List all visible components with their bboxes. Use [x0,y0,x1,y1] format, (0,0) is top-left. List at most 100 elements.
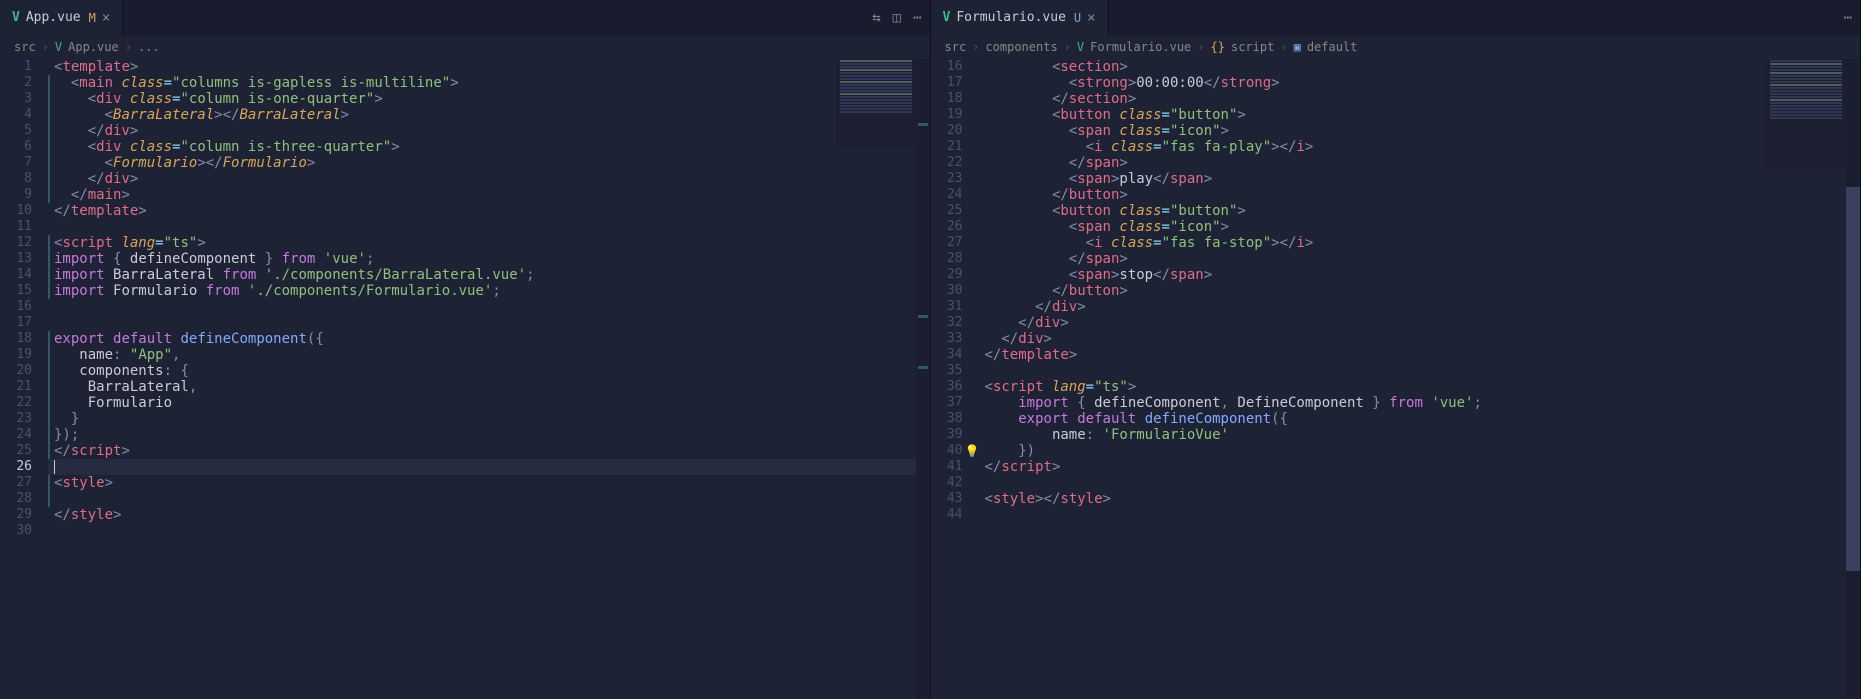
code-line[interactable]: </div> [48,123,930,139]
code-line[interactable]: </main> [48,187,930,203]
code-line[interactable]: name: "App", [48,347,930,363]
breadcrumb-item[interactable]: src [14,40,36,54]
vue-icon: V [55,40,62,54]
breadcrumb[interactable]: src › components › V Formulario.vue › {}… [931,35,1861,59]
line-number-gutter: 1617181920212223242526272829303132333435… [931,59,979,699]
lightbulb-icon[interactable]: 💡 [965,443,980,459]
breadcrumb-item[interactable]: App.vue [68,40,119,54]
code-line[interactable] [48,315,930,331]
code-line[interactable] [48,523,930,539]
code-line[interactable]: name: 'FormularioVue' [979,427,1861,443]
code-line[interactable]: </button> [979,187,1861,203]
tab-formulario-vue[interactable]: V Formulario.vue U × [931,0,1109,35]
code-line[interactable] [979,363,1861,379]
code-line[interactable]: </template> [979,347,1861,363]
code-line[interactable]: <template> [48,59,930,75]
breadcrumb-item[interactable]: Formulario.vue [1090,40,1191,54]
code-line[interactable]: }); [48,427,930,443]
code-line[interactable]: <strong>00:00:00</strong> [979,75,1861,91]
symbol-brackets-icon: {} [1211,40,1225,54]
code-line[interactable] [48,219,930,235]
code-editor[interactable]: 1617181920212223242526272829303132333435… [931,59,1861,699]
code-line[interactable]: export default defineComponent({ [979,411,1861,427]
code-line[interactable] [48,299,930,315]
code-line[interactable]: <span>stop</span> [979,267,1861,283]
code-line[interactable]: <section> [979,59,1861,75]
close-icon[interactable]: × [1087,10,1095,26]
code-line[interactable]: </script> [979,459,1861,475]
code-line[interactable] [979,475,1861,491]
tab-app-vue[interactable]: V App.vue M × [0,0,123,35]
code-line[interactable]: </div> [979,299,1861,315]
breadcrumb[interactable]: src › V App.vue › ... [0,35,930,59]
chevron-right-icon: › [125,40,132,54]
code-line[interactable]: <button class="button"> [979,203,1861,219]
code-line[interactable]: </script> [48,443,930,459]
code-line[interactable]: </span> [979,251,1861,267]
code-area[interactable]: <template> <main class="columns is-gaple… [48,59,930,699]
chevron-right-icon: › [42,40,49,54]
vue-icon: V [943,10,951,25]
code-line[interactable]: <span class="icon"> [979,123,1861,139]
code-line[interactable]: </span> [979,155,1861,171]
code-line[interactable]: <style></style> [979,491,1861,507]
code-line[interactable]: components: { [48,363,930,379]
more-actions-icon[interactable]: ⋯ [1844,10,1852,26]
code-area[interactable]: <section> <strong>00:00:00</strong> </se… [979,59,1861,699]
line-number-gutter: 1234567891011121314151617181920212223242… [0,59,48,699]
code-line[interactable]: BarraLateral, [48,379,930,395]
code-line[interactable]: <script lang="ts"> [979,379,1861,395]
code-line[interactable]: <button class="button"> [979,107,1861,123]
code-line[interactable]: Formulario [48,395,930,411]
breadcrumb-item[interactable]: ... [138,40,160,54]
compare-changes-icon[interactable]: ⇆ [872,10,880,26]
code-editor[interactable]: 1234567891011121314151617181920212223242… [0,59,930,699]
code-line[interactable]: <Formulario></Formulario> [48,155,930,171]
code-line[interactable] [979,507,1861,523]
vertical-scrollbar[interactable] [916,59,930,699]
symbol-module-icon: ▣ [1294,40,1301,54]
git-status-modified: M [89,11,96,25]
code-line[interactable]: <span>play</span> [979,171,1861,187]
code-line[interactable]: </template> [48,203,930,219]
code-line[interactable]: import { defineComponent } from 'vue'; [48,251,930,267]
breadcrumb-item[interactable]: components [985,40,1057,54]
code-line[interactable]: <main class="columns is-gapless is-multi… [48,75,930,91]
code-line[interactable]: </div> [48,171,930,187]
code-line[interactable]: 💡 }) [979,443,1861,459]
split-editor-icon[interactable]: ◫ [893,10,901,26]
close-icon[interactable]: × [102,10,110,26]
breadcrumb-item[interactable]: default [1307,40,1358,54]
code-line[interactable]: import BarraLateral from './components/B… [48,267,930,283]
code-line[interactable]: <span class="icon"> [979,219,1861,235]
code-line[interactable]: </div> [979,331,1861,347]
code-line[interactable]: </section> [979,91,1861,107]
code-line[interactable]: <i class="fas fa-stop"></i> [979,235,1861,251]
code-line[interactable]: } [48,411,930,427]
code-line[interactable]: <div class="column is-one-quarter"> [48,91,930,107]
tab-bar: V Formulario.vue U × ⋯ [931,0,1861,35]
breadcrumb-item[interactable]: src [945,40,967,54]
minimap[interactable] [1766,59,1846,169]
code-line[interactable]: </style> [48,507,930,523]
more-actions-icon[interactable]: ⋯ [913,10,921,26]
code-line[interactable] [48,459,930,475]
code-line[interactable] [48,491,930,507]
vertical-scrollbar[interactable] [1846,59,1860,699]
code-line[interactable]: import Formulario from './components/For… [48,283,930,299]
code-line[interactable]: </button> [979,283,1861,299]
code-line[interactable]: <script lang="ts"> [48,235,930,251]
code-line[interactable]: </div> [979,315,1861,331]
code-line[interactable]: import { defineComponent, DefineComponen… [979,395,1861,411]
breadcrumb-item[interactable]: script [1231,40,1274,54]
code-line[interactable]: <i class="fas fa-play"></i> [979,139,1861,155]
code-line[interactable]: <style> [48,475,930,491]
tab-title: Formulario.vue [956,10,1066,25]
vue-icon: V [1077,40,1084,54]
code-line[interactable]: export default defineComponent({ [48,331,930,347]
code-line[interactable]: <BarraLateral></BarraLateral> [48,107,930,123]
vue-icon: V [12,10,20,25]
editor-actions: ⋯ [1844,10,1852,26]
code-line[interactable]: <div class="column is-three-quarter"> [48,139,930,155]
minimap[interactable] [836,59,916,149]
